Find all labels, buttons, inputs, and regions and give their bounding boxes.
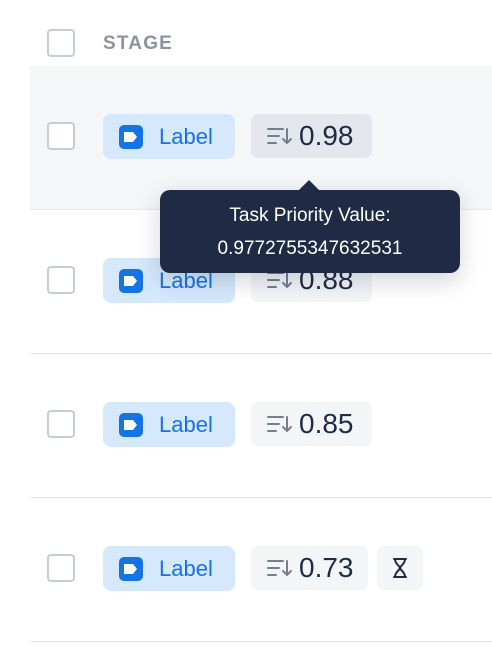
stage-label: Label bbox=[159, 556, 213, 581]
tooltip-value: 0.9772755347632531 bbox=[217, 238, 403, 259]
stage-label: Label bbox=[159, 412, 213, 437]
priority-tooltip: Task Priority Value: 0.9772755347632531 bbox=[160, 180, 460, 273]
task-table: STAGE Label 0.98 Label 0.88 Label 0.85 L… bbox=[0, 0, 492, 650]
table-header: STAGE bbox=[30, 0, 492, 66]
priority-value: 0.98 bbox=[299, 120, 354, 151]
stage-column-header[interactable]: STAGE bbox=[103, 33, 173, 55]
priority-chip[interactable]: 0.85 bbox=[251, 402, 372, 446]
row-checkbox[interactable] bbox=[47, 410, 75, 438]
stage-chip[interactable]: Label bbox=[103, 402, 235, 447]
tooltip-title: Task Priority Value: bbox=[229, 205, 391, 226]
table-row[interactable]: Label 0.85 bbox=[30, 354, 492, 498]
priority-chip[interactable]: 0.98 bbox=[251, 114, 372, 158]
priority-value: 0.73 bbox=[299, 552, 354, 583]
stage-chip[interactable]: Label bbox=[103, 546, 235, 591]
row-checkbox[interactable] bbox=[47, 266, 75, 294]
hourglass-icon bbox=[393, 558, 407, 578]
sort-priority-icon bbox=[267, 416, 292, 432]
status-chip[interactable] bbox=[377, 546, 423, 590]
table-row[interactable]: Label 0.73 bbox=[30, 498, 492, 642]
sort-priority-icon bbox=[267, 272, 292, 288]
stage-label: Label bbox=[159, 124, 213, 149]
row-checkbox[interactable] bbox=[47, 554, 75, 582]
label-tag-icon bbox=[119, 125, 143, 149]
stage-chip[interactable]: Label bbox=[103, 114, 235, 159]
sort-priority-icon bbox=[267, 128, 292, 144]
table-row[interactable]: Label 0.98 bbox=[30, 66, 492, 210]
label-tag-icon bbox=[119, 269, 143, 293]
priority-value: 0.85 bbox=[299, 408, 354, 439]
priority-chip[interactable]: 0.73 bbox=[251, 546, 368, 590]
label-tag-icon bbox=[119, 557, 143, 581]
label-tag-icon bbox=[119, 413, 143, 437]
sort-priority-icon bbox=[267, 560, 292, 576]
row-checkbox[interactable] bbox=[47, 122, 75, 150]
select-all-checkbox[interactable] bbox=[47, 29, 75, 57]
